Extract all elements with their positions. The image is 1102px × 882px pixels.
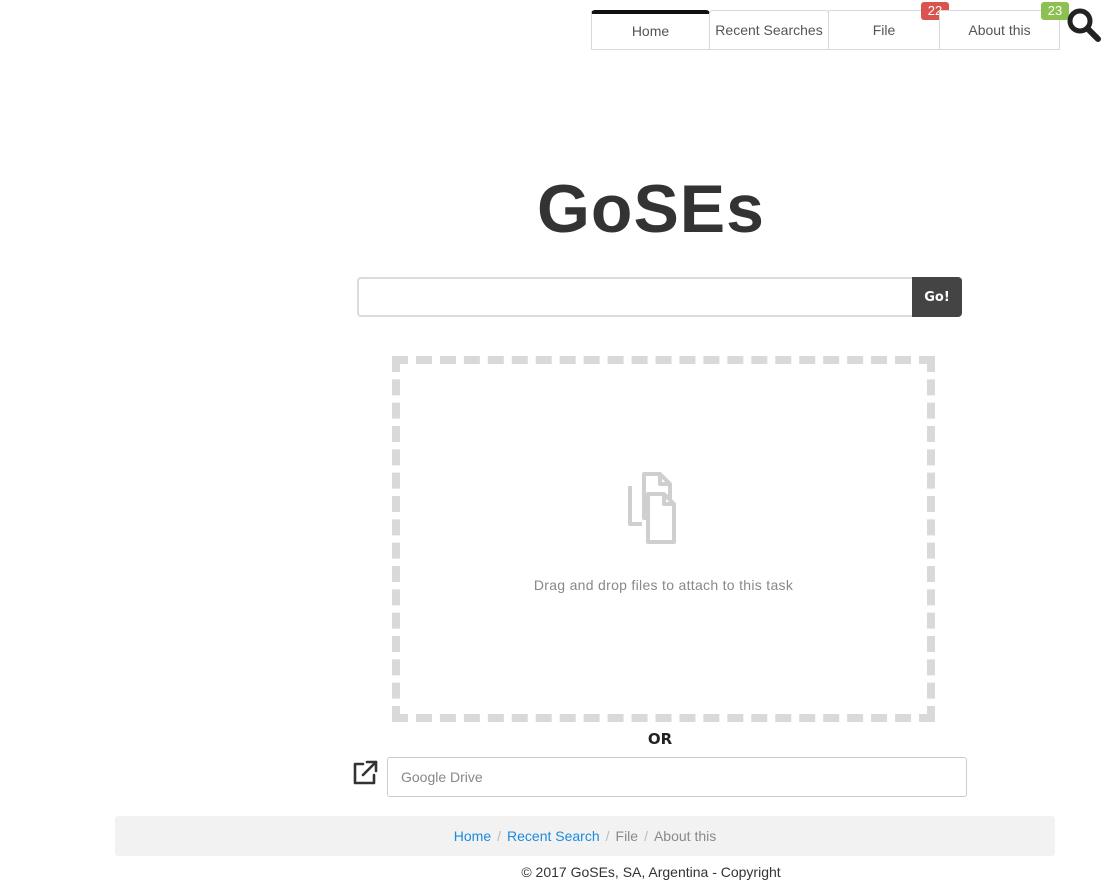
breadcrumb-home[interactable]: Home [454,828,491,844]
dropzone-instructions: Drag and drop files to attach to this ta… [533,577,794,593]
footer-copyright: © 2017 GoSEs, SA, Argentina - Copyright [521,864,781,880]
site-logo: GoSEs [0,170,1102,248]
tab-file-label: File [872,22,896,38]
tab-recent-searches-label: Recent Searches [715,22,823,38]
tab-about-this[interactable]: About this 23 [939,2,1069,50]
google-drive-input[interactable] [387,757,967,797]
breadcrumb-file[interactable]: File [616,828,639,844]
tab-about-this-label: About this [968,22,1031,38]
tab-file[interactable]: File 22 [828,2,949,50]
tab-home-label: Home [631,23,670,39]
files-icon [628,472,700,544]
breadcrumb-separator: / [497,828,502,844]
or-separator: OR [647,730,673,748]
breadcrumb-recent-search[interactable]: Recent Search [507,828,600,844]
breadcrumb-about-this[interactable]: About this [654,828,716,844]
breadcrumb-separator: / [605,828,610,844]
go-button[interactable]: Go! [912,277,962,317]
file-dropzone[interactable]: Drag and drop files to attach to this ta… [392,356,935,722]
search-input[interactable] [357,277,913,317]
tab-recent-searches[interactable]: Recent Searches [709,10,829,50]
breadcrumb-separator: / [644,828,648,844]
about-count-badge: 23 [1041,2,1069,20]
site-logo-text: GoSEs [537,171,765,247]
breadcrumb: Home / Recent Search / File / About this [115,816,1055,856]
external-link-icon[interactable] [351,759,379,787]
tab-home[interactable]: Home [591,10,710,50]
search-icon[interactable] [1066,7,1102,43]
